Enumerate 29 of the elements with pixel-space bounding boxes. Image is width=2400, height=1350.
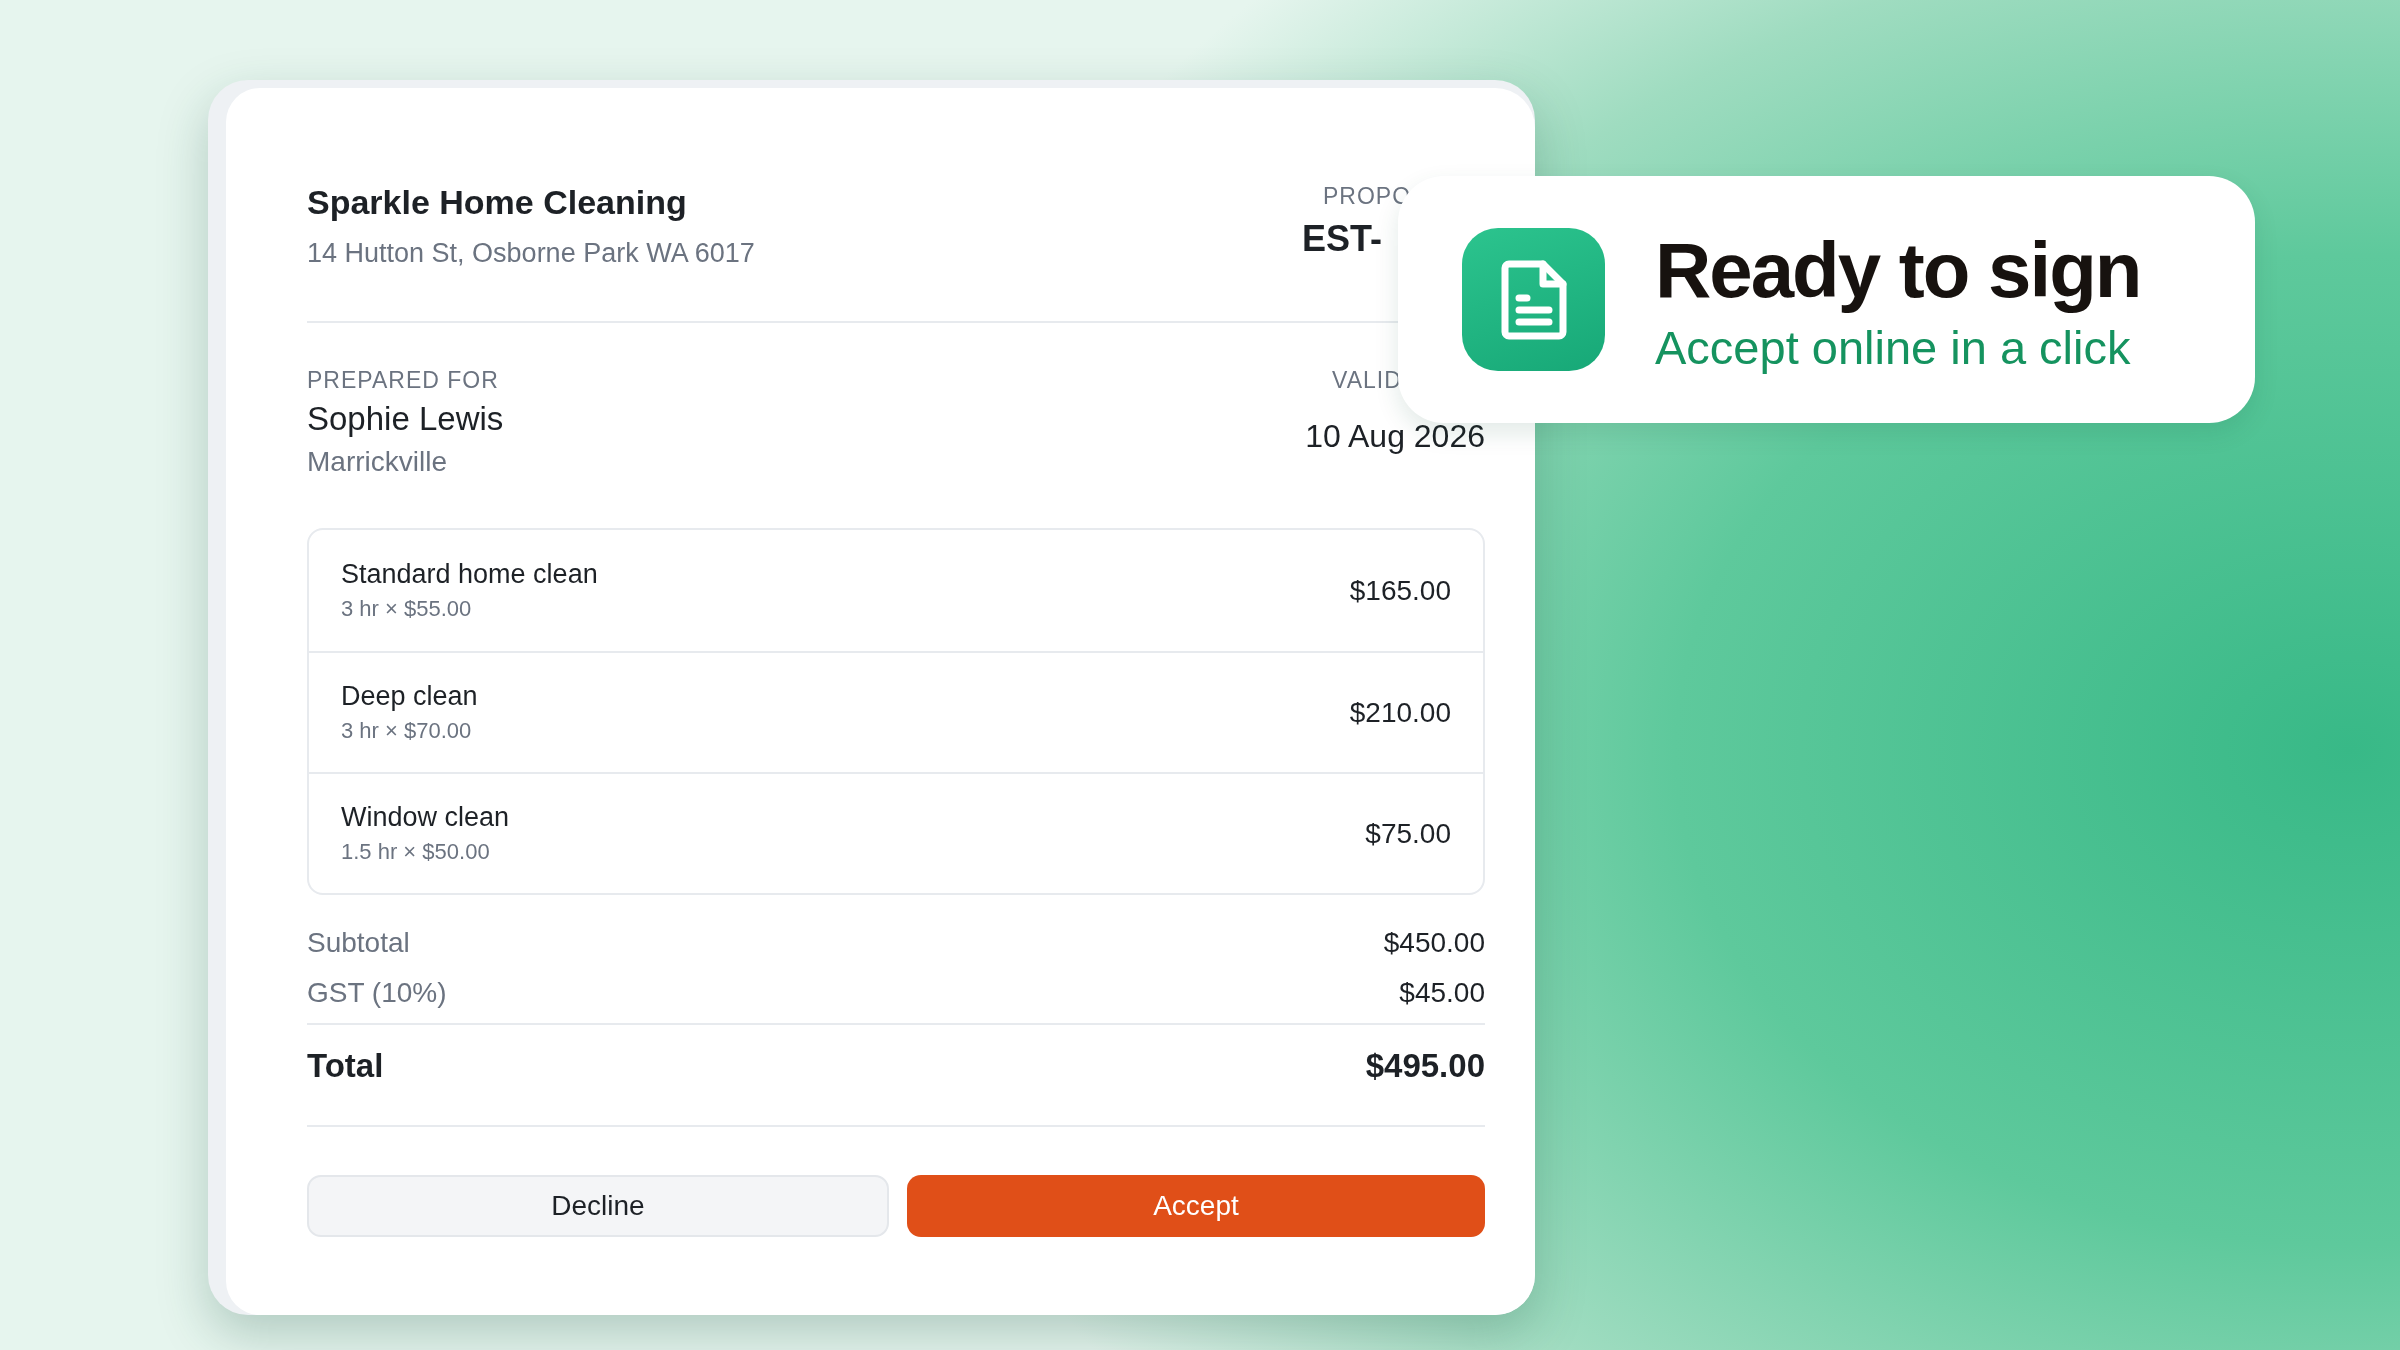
proposal-number: EST- [1302, 218, 1382, 260]
business-address: 14 Hutton St, Osborne Park WA 6017 [307, 238, 755, 269]
valid-until-label: VALID [1332, 367, 1402, 394]
item-title: Window clean [341, 802, 510, 833]
subtotal-value: $450.00 [1383, 927, 1485, 959]
callout-title: Ready to sign [1655, 224, 2141, 316]
document-icon [1500, 259, 1567, 340]
accept-button[interactable]: Accept [907, 1175, 1485, 1237]
item-detail: 1.5 hr × $50.00 [341, 839, 490, 865]
subtotal-label: GST (10%) [307, 977, 447, 1009]
item-title: Standard home clean [341, 559, 598, 590]
item-title: Deep clean [341, 681, 478, 712]
total-value: $495.00 [1365, 1047, 1485, 1085]
item-amount: $210.00 [1349, 696, 1451, 729]
business-name: Sparkle Home Cleaning [307, 183, 687, 222]
total-label: Total [307, 1047, 384, 1085]
client-suburb: Marrickville [307, 446, 447, 478]
item-detail: 3 hr × $70.00 [341, 718, 472, 744]
item-detail: 3 hr × $55.00 [341, 596, 472, 622]
prepared-for-label: PREPARED FOR [307, 367, 499, 394]
client-name: Sophie Lewis [307, 400, 504, 438]
callout-subtitle: Accept online in a click [1655, 319, 2131, 375]
item-amount: $75.00 [1365, 817, 1451, 850]
decline-button[interactable]: Decline [307, 1175, 889, 1237]
item-amount: $165.00 [1349, 574, 1451, 607]
subtotal-value: $45.00 [1399, 977, 1485, 1009]
proposal-label: PROPO [1323, 183, 1412, 210]
subtotal-label: Subtotal [307, 927, 410, 959]
valid-date: 10 Aug 2026 [1305, 418, 1485, 455]
